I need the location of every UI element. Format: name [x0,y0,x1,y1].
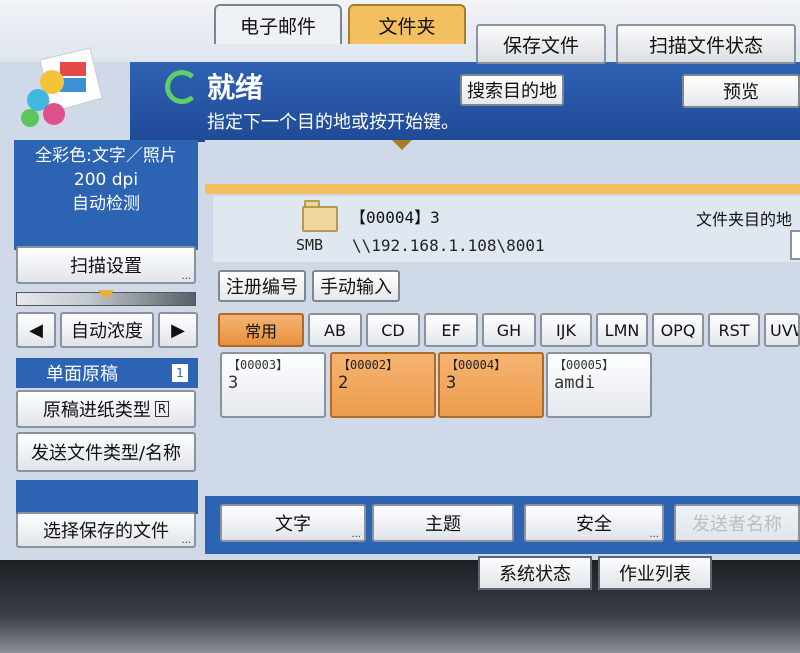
entry-name: 3 [446,373,457,393]
security-button-label: 安全 [576,514,612,535]
text-button-label: 文字 [275,514,311,535]
select-saved-label: 选择保存的文件 [43,521,169,542]
scanner-logo-icon [21,47,103,127]
index-tab-ab[interactable]: AB [308,313,362,347]
job-list-button[interactable]: 作业列表 [598,556,712,590]
destination-entry[interactable]: 【00005】 amdi [546,352,652,418]
resolution-text: 200 dpi [73,170,139,190]
destination-entry[interactable]: 【00002】 2 [330,352,436,418]
index-tab-uvw[interactable]: UVW [764,313,800,347]
density-decrease-button[interactable]: ◀ [16,312,56,348]
scan-file-status-button[interactable]: 扫描文件状态 [616,24,796,64]
index-tab-rst[interactable]: RST [708,313,760,347]
index-tab-gh[interactable]: GH [482,313,536,347]
index-tab-opq[interactable]: OPQ [652,313,704,347]
original-feed-type-button[interactable]: 原稿进纸类型 R [16,390,196,428]
entry-number: 【00002】 [338,358,399,372]
index-tab-cd[interactable]: CD [366,313,420,347]
entry-number: 【00005】 [554,358,615,372]
folder-destination-label: 文件夹目的地 [696,210,793,229]
color-mode-text: 全彩色:文字／照片 [35,146,177,166]
scan-settings-summary: 全彩色:文字／照片 200 dpi 自动检测 [14,140,198,250]
select-saved-file-button[interactable]: 选择保存的文件 ... [16,512,196,548]
entry-number: 【00003】 [228,358,289,372]
destination-entry[interactable]: 【00004】 3 [438,352,544,418]
entry-number: 【00004】 [446,358,507,372]
entry-name: 3 [228,373,239,393]
density-marker-icon [98,290,114,300]
folder-id: 【00004】3 [350,208,440,227]
manual-input-button[interactable]: 手动输入 [312,270,400,302]
subject-button[interactable]: 主题 [372,504,514,542]
scanner-screen: 保存文件 扫描文件状态 就绪 指定下一个目的地或按开始键。 搜索目的地 预览 全… [0,0,800,600]
more-icon: ... [181,271,191,282]
feed-type-label: 原稿进纸类型 [42,400,151,421]
hint-text: 指定下一个目的地或按开始键。 [207,112,459,133]
density-increase-button[interactable]: ▶ [158,312,198,348]
register-number-button[interactable]: 注册编号 [218,270,306,302]
text-button[interactable]: 文字 ... [220,504,366,542]
folder-edit-button[interactable] [790,230,800,260]
single-sided-text: 单面原稿 [46,364,118,385]
selected-tab-arrow-icon [392,140,412,150]
scan-settings-label: 扫描设置 [70,256,142,277]
status-text: 就绪 [207,71,264,104]
sender-name-button[interactable]: 发送者名称 [674,504,800,542]
index-tab-lmn[interactable]: LMN [596,313,648,347]
scan-settings-button[interactable]: 扫描设置 ... [16,246,196,284]
system-status-button[interactable]: 系统状态 [478,556,592,590]
spacer-block [16,480,198,514]
preview-button[interactable]: 预览 [682,74,800,108]
more-icon: ... [649,529,659,540]
folder-icon [302,206,338,232]
ready-status-icon [165,70,199,104]
save-file-button[interactable]: 保存文件 [476,24,606,64]
security-button[interactable]: 安全 ... [524,504,664,542]
index-tab-ef[interactable]: EF [424,313,478,347]
entry-name: 2 [338,373,349,393]
destination-entry[interactable]: 【00003】 3 [220,352,326,418]
send-file-type-button[interactable]: 发送文件类型/名称 [16,432,196,472]
auto-density-button[interactable]: 自动浓度 [60,312,154,348]
more-icon: ... [351,529,361,540]
tab-underline [205,184,800,194]
index-tab-ijk[interactable]: IJK [540,313,592,347]
tab-email[interactable]: 电子邮件 [214,4,342,44]
index-tab-frequent[interactable]: 常用 [218,313,304,347]
auto-detect-text: 自动检测 [72,194,140,214]
search-destination-button[interactable]: 搜索目的地 [460,74,564,106]
protocol-label: SMB [296,236,324,254]
feed-orientation-icon: R [154,401,170,417]
more-icon: ... [181,535,191,546]
entry-name: amdi [554,373,595,393]
folder-path: \\192.168.1.108\8001 [352,236,545,255]
tab-folder[interactable]: 文件夹 [348,4,466,44]
single-sided-label: 单面原稿 1 [16,358,198,388]
single-sided-badge-icon: 1 [172,364,188,382]
